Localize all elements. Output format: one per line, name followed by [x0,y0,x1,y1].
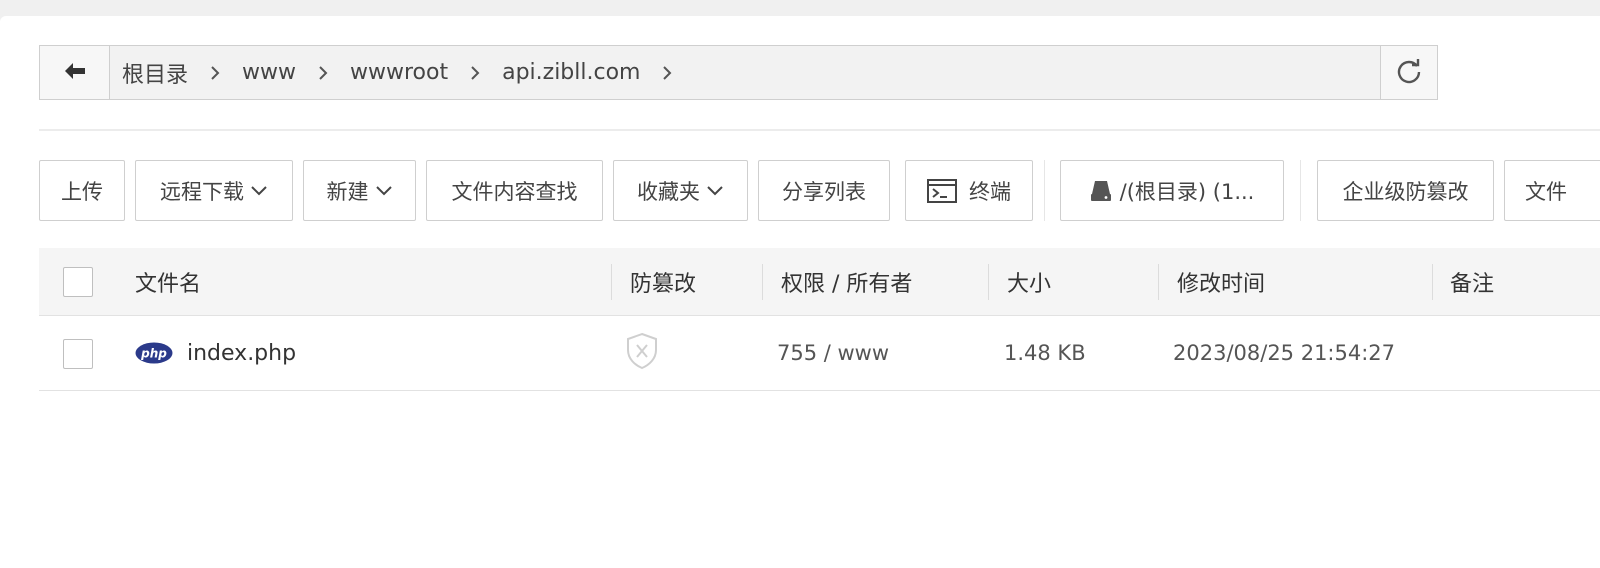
disk-label: /(根目录) (1... [1119,179,1255,204]
column-header-note: 备注 [1450,272,1495,297]
file-manager-panel: 根目录 www wwwroot api.zibll.com 上传 远程下载 新建… [0,16,1600,568]
chevron-down-icon [706,185,724,197]
tamper-cell[interactable] [625,316,659,390]
toolbar-separator [1300,160,1301,221]
terminal-icon [927,178,957,203]
table-row[interactable]: php index.php 755 / www 1.48 KB 2023/08/… [39,316,1600,391]
enterprise-tamper-label: 企业级防篡改 [1342,179,1469,204]
breadcrumb-wwwroot[interactable]: wwwroot [350,60,448,85]
remote-download-button[interactable]: 远程下载 [135,160,293,221]
row-checkbox[interactable] [63,339,93,369]
chevron-down-icon [375,185,393,197]
chevron-right-icon [210,65,220,81]
column-header-tamper: 防篡改 [630,272,697,297]
file-more-button[interactable]: 文件 [1504,160,1600,221]
breadcrumb: 根目录 www wwwroot api.zibll.com [110,46,1380,99]
divider [39,129,1600,131]
breadcrumb-www[interactable]: www [242,60,296,85]
refresh-icon [1395,57,1423,89]
path-bar: 根目录 www wwwroot api.zibll.com [39,45,1438,100]
column-divider [611,264,612,300]
mtime-cell: 2023/08/25 21:54:27 [1173,341,1396,365]
chevron-right-icon [470,65,480,81]
upload-button-label: 上传 [61,179,103,204]
favorites-button[interactable]: 收藏夹 [613,160,748,221]
file-more-label: 文件 [1525,179,1567,204]
enterprise-tamper-button[interactable]: 企业级防篡改 [1317,160,1494,221]
content-search-label: 文件内容查找 [451,179,578,204]
chevron-right-icon [662,65,672,81]
disk-icon [1090,179,1112,203]
upload-button[interactable]: 上传 [39,160,125,221]
column-header-size[interactable]: 大小 [1007,248,1051,316]
new-button[interactable]: 新建 [303,160,416,221]
share-list-button[interactable]: 分享列表 [758,160,890,221]
terminal-button[interactable]: 终端 [905,160,1033,221]
share-list-label: 分享列表 [782,179,866,204]
favorites-label: 收藏夹 [637,179,700,204]
php-icon: php [135,342,173,364]
column-header-permission: 权限 / 所有者 [781,272,913,297]
terminal-label: 终端 [969,179,1011,204]
chevron-right-icon [318,65,328,81]
breadcrumb-site[interactable]: api.zibll.com [502,60,640,85]
column-divider [762,264,763,300]
toolbar-separator [1044,160,1045,221]
content-search-button[interactable]: 文件内容查找 [426,160,603,221]
arrow-left-icon [63,61,87,85]
permission-cell[interactable]: 755 / www [777,316,889,390]
size-cell: 1.48 KB [1004,341,1086,365]
refresh-button[interactable] [1380,46,1437,99]
column-divider [1432,264,1433,300]
disk-button[interactable]: /(根目录) (1... [1060,160,1284,221]
breadcrumb-root[interactable]: 根目录 [122,57,188,89]
column-divider [1158,264,1159,300]
new-button-label: 新建 [326,179,369,204]
chevron-down-icon [250,185,268,197]
select-all-checkbox[interactable] [63,267,93,297]
shield-x-icon[interactable] [625,332,659,375]
file-name[interactable]: index.php [187,341,296,366]
back-button[interactable] [40,46,110,99]
file-name-cell[interactable]: php index.php [135,316,296,390]
column-header-name[interactable]: 文件名 [135,248,201,316]
table-header: 文件名 防篡改 权限 / 所有者 大小 修改时间 备注 [39,248,1600,316]
column-divider [988,264,989,300]
php-icon-label: php [140,347,167,361]
remote-download-label: 远程下载 [160,179,244,204]
column-header-mtime[interactable]: 修改时间 [1177,248,1265,316]
